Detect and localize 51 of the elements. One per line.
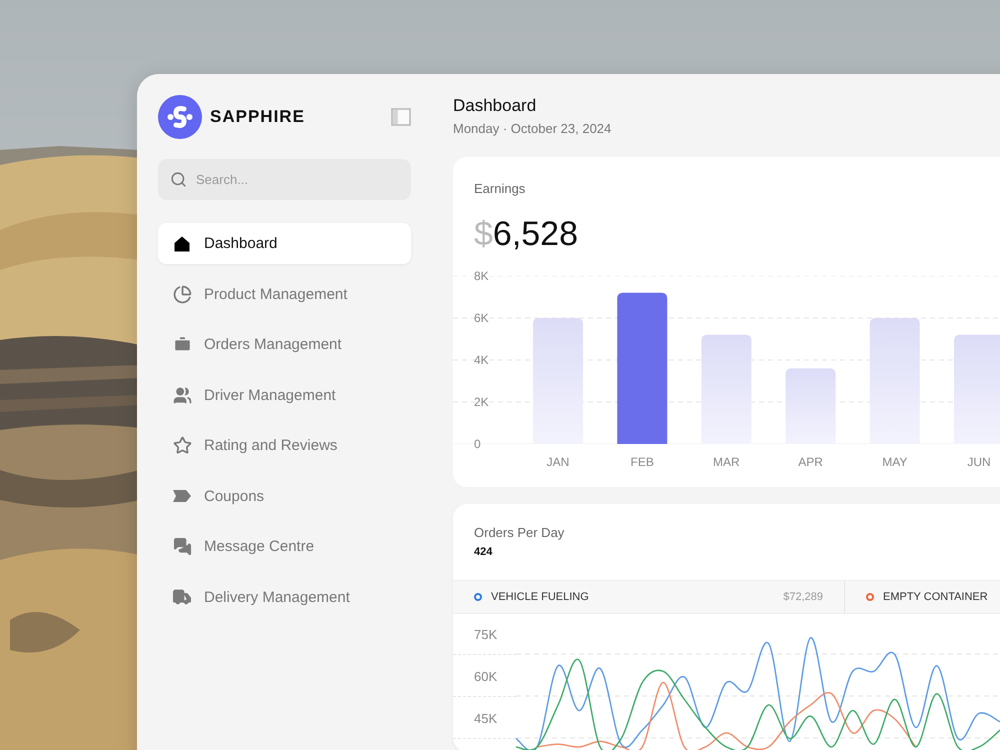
nav-item[interactable]: Rating and Reviews: [158, 425, 411, 466]
truck-icon: [172, 587, 192, 607]
legend-label: VEHICLE FUELING: [491, 591, 589, 603]
axis-label: 4K: [474, 352, 489, 368]
axis-label: 60K: [474, 668, 498, 685]
nav-item[interactable]: Dashboard: [158, 223, 411, 264]
axis-label: FEB: [630, 454, 655, 470]
axis-label: MAY: [881, 454, 908, 470]
nav-item[interactable]: Orders Management: [158, 324, 411, 365]
axis-label: MAR: [712, 454, 741, 470]
nav-label: Product Management: [204, 286, 348, 302]
card-title: Earnings: [473, 181, 526, 197]
users-icon: [172, 385, 192, 405]
nav-label: Orders Management: [204, 336, 342, 353]
search-field[interactable]: Search...: [158, 159, 411, 200]
card-title: Orders Per Day: [473, 525, 566, 541]
pie-chart-icon: [172, 284, 192, 304]
axis-label: 75K: [474, 626, 498, 643]
axis-label: 0: [474, 436, 481, 452]
nav-item[interactable]: Message Centre: [158, 526, 411, 567]
axis-label: 6K: [474, 310, 489, 326]
sidebar-toggle-icon[interactable]: [391, 108, 411, 126]
logo-icon: [158, 95, 202, 139]
chat-bubbles-icon: [172, 536, 192, 556]
axis-label: APR: [797, 454, 824, 470]
nav-item[interactable]: Product Management: [158, 274, 411, 314]
brand-name: SAPPHIRE: [210, 107, 306, 127]
legend-value: $72,289: [783, 591, 823, 603]
nav-label: Coupons: [204, 488, 264, 504]
nav-item[interactable]: Coupons: [158, 476, 411, 516]
earnings-amount: 6,528: [492, 214, 578, 254]
nav-label: Dashboard: [204, 235, 278, 252]
axis-label: JUN: [966, 454, 992, 470]
search-icon: [170, 171, 187, 188]
nav-item[interactable]: Delivery Management: [158, 576, 411, 618]
nav-item[interactable]: Driver Management: [158, 374, 411, 416]
page-date: Monday · October 23, 2024: [453, 121, 612, 137]
currency-symbol: $: [474, 214, 493, 254]
nav-label: Rating and Reviews: [204, 437, 338, 454]
home-icon: [172, 234, 192, 254]
nav-label: Message Centre: [204, 538, 314, 555]
star-icon: [172, 436, 192, 456]
orders-count: 424: [473, 545, 494, 559]
axis-label: 8K: [474, 268, 489, 284]
page-title: Dashboard: [453, 95, 538, 117]
nav-label: Driver Management: [204, 386, 336, 404]
legend-label: EMPTY CONTAINER: [883, 591, 988, 603]
axis-label: JAN: [546, 454, 570, 470]
nav-label: Delivery Management: [204, 588, 350, 606]
axis-label: 45K: [474, 710, 498, 727]
axis-label: 2K: [474, 394, 489, 410]
